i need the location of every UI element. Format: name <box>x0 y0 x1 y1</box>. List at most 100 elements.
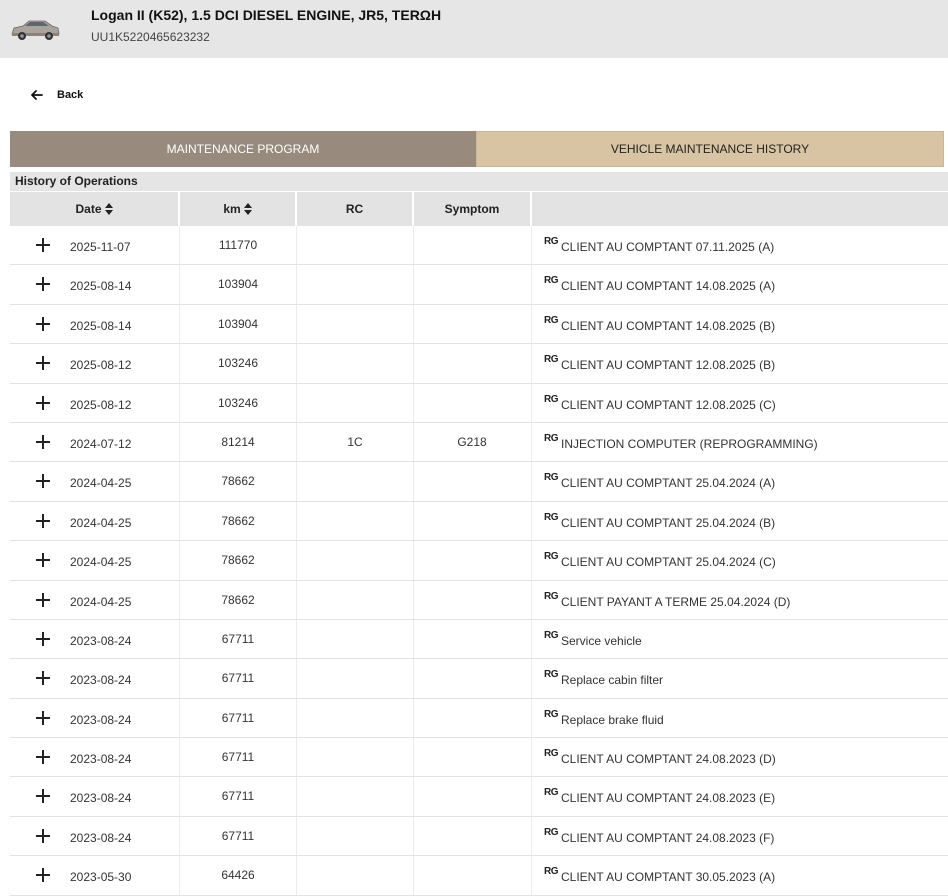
table-row[interactable]: 2023-08-24 67711 RG CLIENT AU COMPTANT 24.0… <box>10 777 948 817</box>
expand-row-icon[interactable] <box>36 316 50 331</box>
row-operation-label: Replace cabin filter <box>561 673 664 688</box>
column-operation <box>532 192 948 226</box>
tab-vehicle-maintenance-history[interactable]: VEHICLE MAINTENANCE HISTORY <box>476 131 944 167</box>
column-km[interactable]: km <box>180 192 295 226</box>
rg-badge-icon: RG <box>544 472 559 484</box>
row-operation-label: CLIENT AU COMPTANT 30.05.2023 (A) <box>561 870 776 885</box>
column-rc-label: RC <box>345 202 364 216</box>
row-operation-label: Replace brake fluid <box>561 712 664 727</box>
expand-row-icon[interactable] <box>36 631 50 646</box>
table-row[interactable]: 2025-08-12 103246 RG CLIENT AU COMPTANT 12.… <box>10 383 948 423</box>
row-operation: RG Service vehicle <box>544 630 642 648</box>
table-row[interactable]: 2025-08-14 103904 RG CLIENT AU COMPTANT 14.… <box>10 304 948 345</box>
rg-badge-icon: RG <box>544 354 559 366</box>
history-table-body: 2025-11-07 111770 RG CLIENT AU COMPTANT 07.… <box>10 226 948 896</box>
row-operation-label: CLIENT AU COMPTANT 25.04.2024 (B) <box>561 515 776 530</box>
row-date: 2023-08-24 <box>70 752 132 767</box>
table-row[interactable]: 2025-08-14 103904 RG CLIENT AU COMPTANT 14.… <box>10 265 948 305</box>
row-km: 67711 <box>221 750 255 765</box>
expand-row-icon[interactable] <box>36 356 50 371</box>
row-date: 2025-08-14 <box>70 279 132 294</box>
rg-badge-icon: RG <box>544 787 559 799</box>
row-operation-label: CLIENT AU COMPTANT 12.08.2025 (B) <box>561 358 776 373</box>
row-date: 2023-08-24 <box>70 712 132 727</box>
table-row[interactable]: 2023-08-24 67711 RG CLIENT AU COMPTANT 24.0… <box>10 738 948 778</box>
row-operation: RG CLIENT AU COMPTANT 07.11.2025 (A) <box>544 236 774 254</box>
rg-badge-icon: RG <box>544 432 559 444</box>
row-date: 2023-08-24 <box>70 791 132 806</box>
row-operation-label: CLIENT AU COMPTANT 24.08.2023 (E) <box>561 791 776 806</box>
expand-row-icon[interactable] <box>36 789 50 804</box>
row-date: 2025-08-12 <box>70 358 132 373</box>
rg-badge-icon: RG <box>544 826 559 838</box>
expand-row-icon[interactable] <box>36 553 50 568</box>
table-row[interactable]: 2024-07-12 81214 1C G218 RG INJECTION COMPUTE… <box>10 422 948 463</box>
column-km-label: km <box>223 202 241 216</box>
car-icon <box>11 20 60 40</box>
table-row[interactable]: 2024-04-25 78662 RG CLIENT PAYANT A TERME 2… <box>10 580 948 620</box>
table-row[interactable]: 2023-08-24 67711 RG Service vehicle <box>10 619 948 660</box>
row-operation: RG CLIENT AU COMPTANT 12.08.2025 (C) <box>544 394 776 412</box>
expand-row-icon[interactable] <box>36 710 50 725</box>
expand-row-icon[interactable] <box>36 238 50 252</box>
expand-row-icon[interactable] <box>36 828 50 843</box>
row-km: 67711 <box>221 789 255 804</box>
expand-row-icon[interactable] <box>36 513 50 528</box>
row-operation: RG INJECTION COMPUTER (REPROGRAMMING) <box>544 433 818 451</box>
row-operation: RG CLIENT AU COMPTANT 25.04.2024 (C) <box>544 551 776 569</box>
column-date[interactable]: Date <box>10 192 178 226</box>
row-date: 2025-08-14 <box>70 318 132 333</box>
row-km: 67711 <box>221 631 255 646</box>
expand-row-icon[interactable] <box>36 750 50 765</box>
row-km: 103904 <box>217 316 259 331</box>
tab-bar: MAINTENANCE PROGRAM VEHICLE MAINTENANCE … <box>10 131 944 167</box>
row-date: 2024-04-25 <box>70 555 132 570</box>
row-date: 2023-05-30 <box>70 870 132 885</box>
vehicle-title: Logan II (K52), 1.5 DCI DIESEL ENGINE, J… <box>91 7 442 23</box>
vehicle-header: Logan II (K52), 1.5 DCI DIESEL ENGINE, J… <box>0 0 948 58</box>
table-row[interactable]: 2025-08-12 103246 RG CLIENT AU COMPTANT 12.… <box>10 344 948 384</box>
rg-badge-icon: RG <box>544 275 559 287</box>
row-date: 2023-08-24 <box>70 673 132 688</box>
row-operation-label: CLIENT AU COMPTANT 14.08.2025 (A) <box>561 279 776 294</box>
sort-icon <box>104 203 113 215</box>
expand-row-icon[interactable] <box>36 277 50 292</box>
arrow-left-icon <box>31 90 43 100</box>
expand-row-icon[interactable] <box>36 434 50 449</box>
row-operation-label: CLIENT AU COMPTANT 24.08.2023 (F) <box>561 830 775 845</box>
table-header: Date km RC Symptom <box>10 192 948 226</box>
table-row[interactable]: 2024-04-25 78662 RG CLIENT AU COMPTANT 25.0… <box>10 462 948 502</box>
expand-row-icon[interactable] <box>36 868 50 883</box>
row-km: 78662 <box>221 474 255 489</box>
row-operation-label: CLIENT AU COMPTANT 14.08.2025 (B) <box>561 318 776 333</box>
expand-row-icon[interactable] <box>36 395 50 410</box>
row-km: 81214 <box>221 434 255 449</box>
column-symptom: Symptom <box>414 192 530 226</box>
table-row[interactable]: 2023-05-30 64426 RG CLIENT AU COMPTANT 30.0… <box>10 856 948 896</box>
table-row[interactable]: 2025-11-07 111770 RG CLIENT AU COMPTANT 07.… <box>10 226 948 266</box>
row-km: 67711 <box>221 828 255 843</box>
vehicle-vin: UU1K5220465623232 <box>91 30 210 44</box>
rg-badge-icon: RG <box>544 393 559 405</box>
row-operation: RG Replace cabin filter <box>544 669 663 687</box>
expand-row-icon[interactable] <box>36 474 50 489</box>
row-operation: RG CLIENT AU COMPTANT 24.08.2023 (F) <box>544 827 774 845</box>
expand-row-icon[interactable] <box>36 592 50 607</box>
row-km: 103904 <box>217 277 259 292</box>
rg-badge-icon: RG <box>544 236 559 247</box>
expand-row-icon[interactable] <box>36 671 50 686</box>
table-row[interactable]: 2023-08-24 67711 RG CLIENT AU COMPTANT 24.0… <box>10 816 948 857</box>
rg-badge-icon: RG <box>544 314 559 326</box>
row-km: 78662 <box>221 513 255 528</box>
row-km: 78662 <box>221 553 255 568</box>
row-operation: RG CLIENT AU COMPTANT 12.08.2025 (B) <box>544 354 775 372</box>
sort-icon <box>243 203 252 215</box>
table-row[interactable]: 2023-08-24 67711 RG Replace cabin filter <box>10 659 948 699</box>
table-row[interactable]: 2024-04-25 78662 RG CLIENT AU COMPTANT 25.0… <box>10 541 948 581</box>
tab-maintenance-program[interactable]: MAINTENANCE PROGRAM <box>10 131 476 167</box>
table-row[interactable]: 2023-08-24 67711 RG Replace brake fluid <box>10 698 948 739</box>
table-row[interactable]: 2024-04-25 78662 RG CLIENT AU COMPTANT 25.0… <box>10 501 948 542</box>
row-operation: RG CLIENT AU COMPTANT 14.08.2025 (B) <box>544 315 775 333</box>
row-date: 2025-08-12 <box>70 397 132 412</box>
back-button[interactable]: Back <box>30 85 83 105</box>
